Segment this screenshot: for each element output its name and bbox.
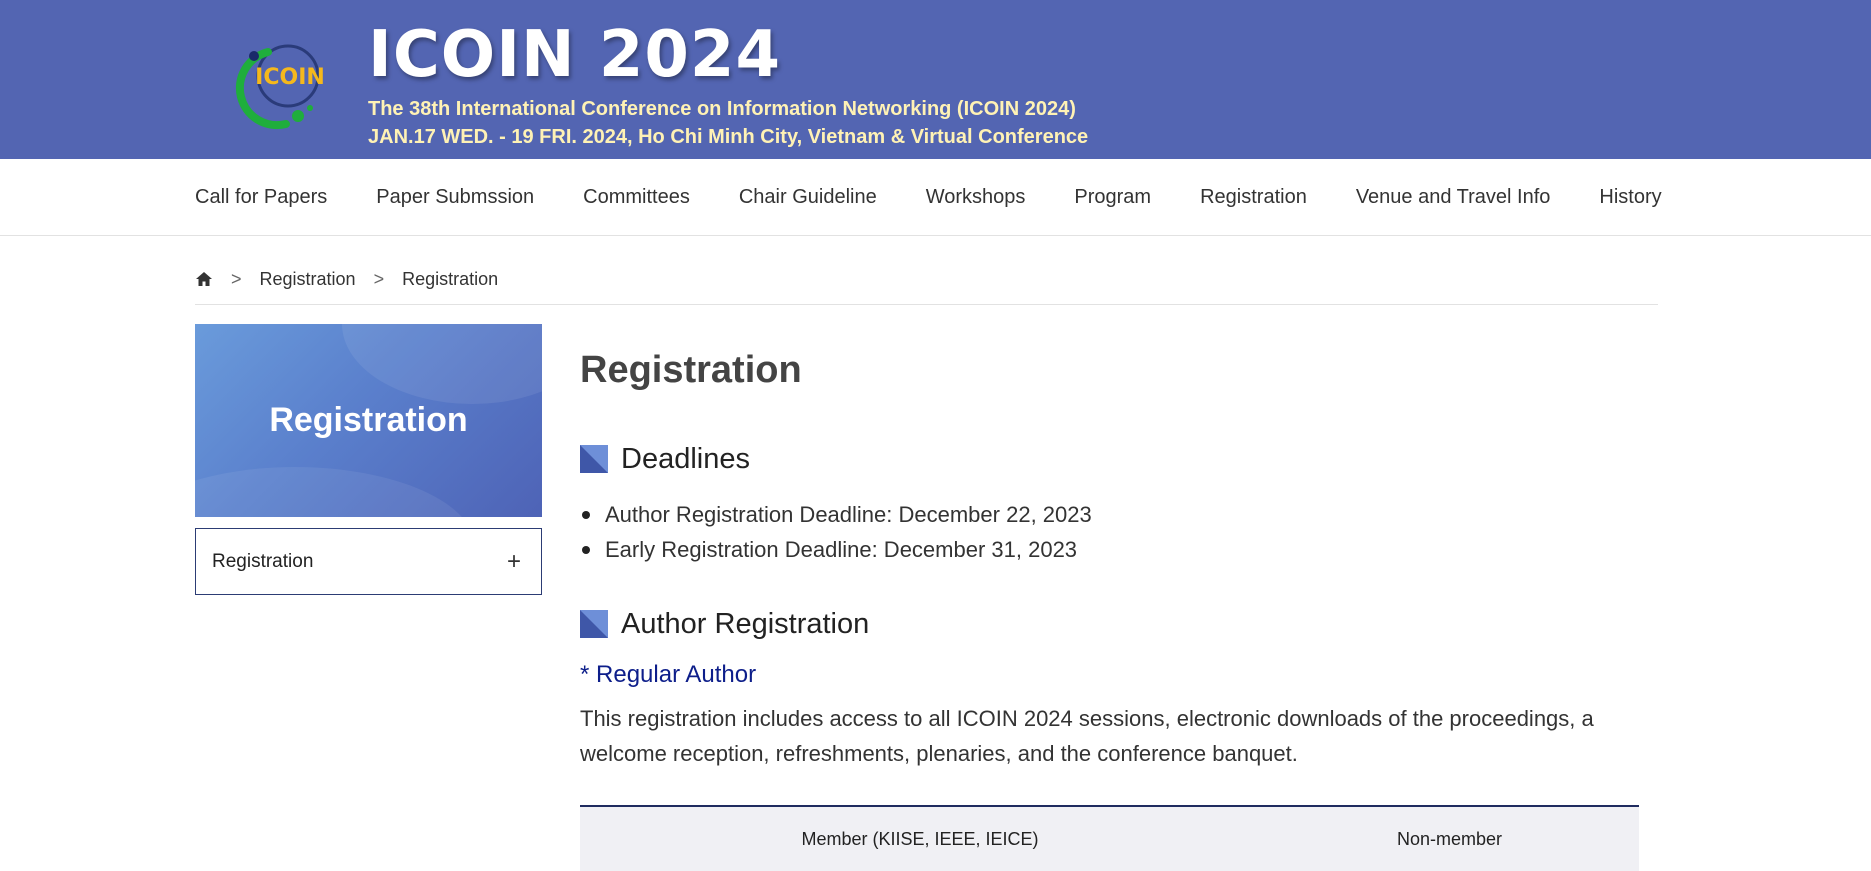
nav-chair-guideline[interactable]: Chair Guideline	[739, 159, 877, 235]
breadcrumb-item-registration[interactable]: Registration	[260, 269, 356, 290]
breadcrumb-separator: >	[231, 268, 242, 289]
nav-workshops[interactable]: Workshops	[926, 159, 1026, 235]
breadcrumb-item-current: Registration	[402, 268, 499, 289]
conference-subtitle: The 38th International Conference on Inf…	[368, 98, 1076, 120]
breadcrumb-separator: >	[373, 268, 385, 289]
conference-dates: JAN.17 WED. - 19 FRI. 2024, Ho Chi Minh …	[368, 126, 1089, 148]
square-bullet-icon	[580, 610, 608, 638]
list-item: Early Registration Deadline: December 31…	[580, 532, 1092, 567]
icoin-logo[interactable]: ICOIN	[228, 38, 340, 130]
deadlines-list: Author Registration Deadline: December 2…	[580, 497, 1092, 567]
table-header-non-member: Non-member	[1396, 828, 1503, 849]
nav-paper-submission[interactable]: Paper Submssion	[376, 159, 534, 235]
plus-icon[interactable]: +	[507, 548, 521, 576]
square-bullet-icon	[580, 445, 608, 473]
home-icon[interactable]	[195, 270, 213, 288]
list-item: Author Registration Deadline: December 2…	[580, 497, 1092, 532]
conference-title: ICOIN 2024	[368, 18, 781, 92]
registration-description: This registration includes access to all…	[580, 706, 1594, 766]
nav-program[interactable]: Program	[1074, 159, 1151, 235]
section-heading-deadlines: Deadlines	[580, 439, 750, 479]
nav-history[interactable]: History	[1599, 159, 1661, 235]
nav-venue-travel[interactable]: Venue and Travel Info	[1356, 159, 1551, 235]
nav-registration[interactable]: Registration	[1200, 159, 1307, 235]
registration-fee-table: Member (KIISE, IEEE, IEICE) Non-member	[580, 805, 1639, 871]
nav-call-for-papers[interactable]: Call for Papers	[195, 159, 327, 235]
sidebar-banner: Registration	[195, 324, 542, 517]
nav-committees[interactable]: Committees	[583, 159, 690, 235]
page-title: Registration	[580, 349, 802, 391]
logo-text: ICOIN	[255, 65, 325, 90]
sidebar-item-registration[interactable]: Registration +	[195, 528, 542, 595]
section-heading-author-registration: Author Registration	[580, 604, 869, 644]
section-heading-text: Author Registration	[621, 608, 870, 640]
site-header: ICOIN ICOIN 2024 The 38th International …	[0, 0, 1871, 159]
regular-author-heading: * Regular Author	[580, 661, 757, 688]
sidebar-item-label: Registration	[212, 550, 314, 572]
sidebar-banner-title: Registration	[269, 401, 468, 439]
section-heading-text: Deadlines	[621, 443, 750, 475]
table-header-member: Member (KIISE, IEEE, IEICE)	[801, 828, 1039, 849]
breadcrumb: > Registration > Registration	[195, 258, 1658, 305]
main-nav: Call for Papers Paper Submssion Committe…	[0, 159, 1871, 236]
